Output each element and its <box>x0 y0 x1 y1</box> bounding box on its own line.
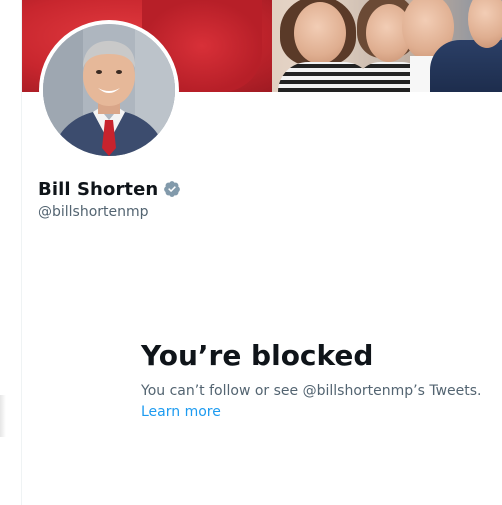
profile-handle: @billshortenmp <box>38 204 149 220</box>
banner-person-suit <box>430 40 502 92</box>
learn-more-link[interactable]: Learn more <box>141 404 221 420</box>
blocked-title: You’re blocked <box>141 339 374 372</box>
profile-name: Bill Shorten <box>38 178 159 200</box>
profile-page: Bill Shorten @billshortenmp You’re block… <box>0 0 502 505</box>
avatar-photo <box>43 24 175 156</box>
avatar[interactable] <box>43 24 175 156</box>
left-edge-shadow <box>0 395 6 437</box>
blocked-message: You can’t follow or see @billshortenmp’s… <box>141 383 482 399</box>
verified-badge-icon[interactable] <box>163 180 181 198</box>
banner-person-face <box>294 2 346 64</box>
profile-name-row: Bill Shorten <box>38 177 181 201</box>
